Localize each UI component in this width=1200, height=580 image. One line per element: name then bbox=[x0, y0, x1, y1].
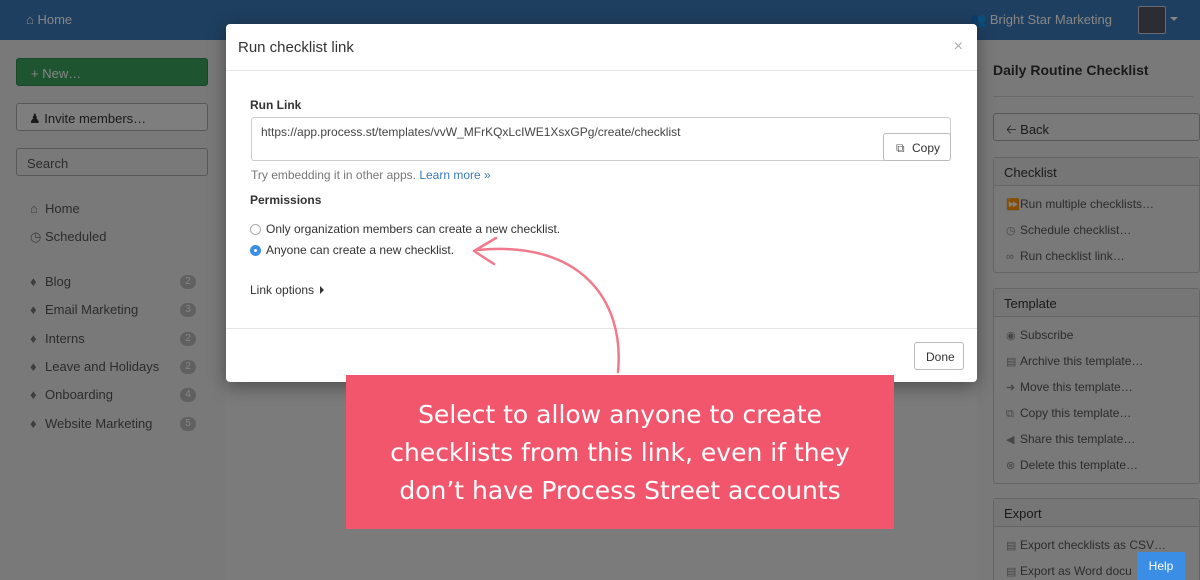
help-button[interactable]: Help bbox=[1137, 552, 1185, 580]
annotation-callout: Select to allow anyone to create checkli… bbox=[346, 375, 894, 529]
callout-line: checklists from this link, even if they bbox=[390, 438, 850, 467]
callout-line: don’t have Process Street accounts bbox=[399, 476, 841, 505]
callout-line: Select to allow anyone to create bbox=[418, 400, 822, 429]
